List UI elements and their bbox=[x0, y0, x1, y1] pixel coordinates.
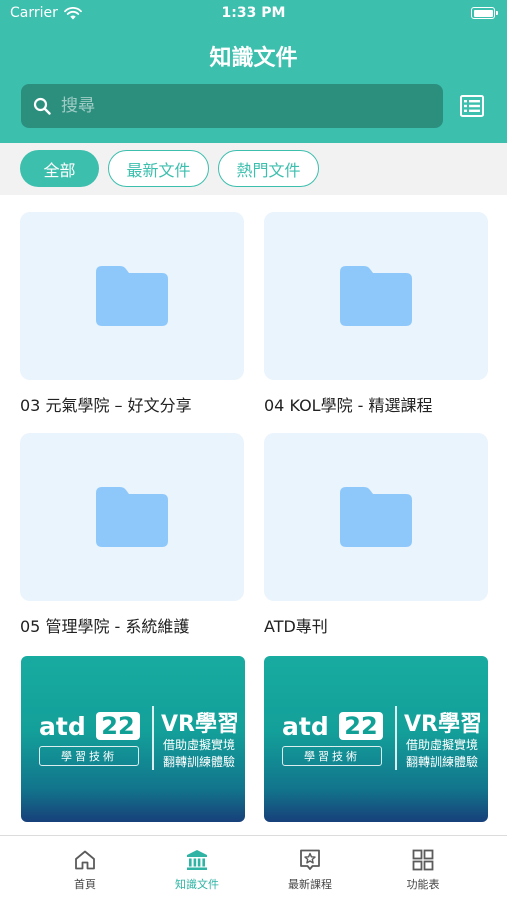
list-view-icon[interactable] bbox=[460, 95, 484, 117]
folder-icon bbox=[340, 266, 412, 326]
status-bar: Carrier 1:33 PM bbox=[0, 0, 507, 28]
status-time: 1:33 PM bbox=[221, 5, 286, 21]
banner-line: 借助虛擬實境 bbox=[163, 738, 236, 752]
home-icon bbox=[75, 850, 95, 870]
search-input[interactable] bbox=[61, 96, 401, 116]
folder-thumbnail bbox=[264, 433, 488, 601]
atd-number-badge: 22 bbox=[96, 712, 140, 740]
folder-label: 05 管理學院 - 系統維護 bbox=[20, 617, 190, 636]
nav-item-library[interactable]: 知識文件 bbox=[142, 836, 252, 900]
banner-line: 借助虛擬實境 bbox=[406, 738, 479, 752]
folder-card[interactable]: 05 管理學院 - 系統維護 bbox=[20, 433, 244, 637]
search-icon bbox=[33, 97, 51, 115]
folder-label: 04 KOL學院 - 精選課程 bbox=[264, 396, 433, 415]
grid-icon bbox=[412, 849, 434, 871]
banner-divider bbox=[152, 706, 154, 770]
nav-label-home: 首頁 bbox=[74, 878, 96, 891]
filter-chip-popular[interactable]: 熱門文件 bbox=[218, 150, 319, 187]
folder-thumbnail bbox=[20, 212, 244, 380]
search-bar[interactable] bbox=[21, 84, 443, 128]
banner-divider bbox=[395, 706, 397, 770]
folder-icon bbox=[340, 487, 412, 547]
banner-subtitle: 學習技術 bbox=[282, 746, 382, 766]
battery-icon bbox=[471, 7, 498, 19]
folder-thumbnail bbox=[264, 212, 488, 380]
document-banner-card[interactable]: atd 22 學習技術 VR學習 借助虛擬實境 翻轉訓練體驗 bbox=[264, 656, 488, 822]
banner-title: VR學習 bbox=[404, 712, 482, 737]
filter-chip-all[interactable]: 全部 bbox=[20, 150, 99, 187]
nav-label-latest-courses: 最新課程 bbox=[288, 878, 332, 891]
banner-line: 翻轉訓練體驗 bbox=[406, 755, 479, 769]
folder-label: 03 元氣學院 – 好文分享 bbox=[20, 396, 192, 415]
folder-card[interactable]: 03 元氣學院 – 好文分享 bbox=[20, 212, 244, 416]
folder-icon bbox=[96, 266, 168, 326]
document-banner-card[interactable]: atd 22 學習技術 VR學習 借助虛擬實境 翻轉訓練體驗 bbox=[21, 656, 245, 822]
page-title: 知識文件 bbox=[209, 46, 298, 71]
bottom-nav: 首頁 知識文件 最新課程 功能表 bbox=[0, 835, 507, 900]
folder-card[interactable]: 04 KOL學院 - 精選課程 bbox=[264, 212, 488, 416]
atd-logo-text: atd bbox=[282, 712, 329, 741]
nav-item-home[interactable]: 首頁 bbox=[30, 836, 140, 900]
library-icon bbox=[187, 850, 207, 870]
filter-bar: 全部 最新文件 熱門文件 bbox=[0, 143, 507, 195]
atd-number-badge: 22 bbox=[339, 712, 383, 740]
folder-label: ATD專刊 bbox=[264, 617, 328, 636]
nav-label-library: 知識文件 bbox=[175, 878, 219, 891]
nav-item-latest-courses[interactable]: 最新課程 bbox=[255, 836, 365, 900]
header: Carrier 1:33 PM 知識文件 bbox=[0, 0, 507, 143]
banner-line: 翻轉訓練體驗 bbox=[163, 755, 236, 769]
banner-title: VR學習 bbox=[161, 712, 239, 737]
star-board-icon bbox=[300, 849, 320, 870]
atd-logo-text: atd bbox=[39, 712, 86, 741]
filter-chip-latest[interactable]: 最新文件 bbox=[108, 150, 209, 187]
nav-label-menu: 功能表 bbox=[406, 878, 440, 891]
folder-icon bbox=[96, 487, 168, 547]
banner-subtitle: 學習技術 bbox=[39, 746, 139, 766]
folder-card[interactable]: ATD專刊 bbox=[264, 433, 488, 637]
folder-thumbnail bbox=[20, 433, 244, 601]
nav-item-menu[interactable]: 功能表 bbox=[368, 836, 478, 900]
